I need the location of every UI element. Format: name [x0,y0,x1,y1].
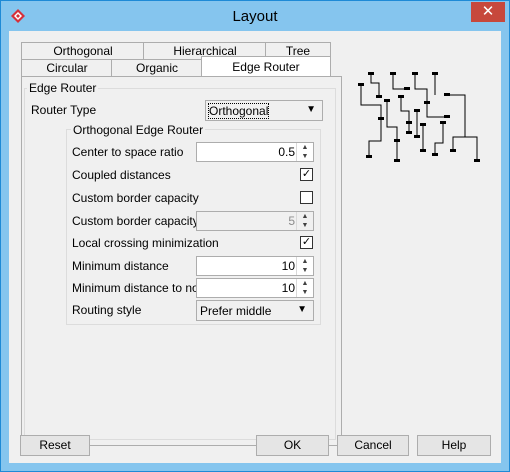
custom-border-capacity-label: Custom border capacity [72,191,199,205]
router-type-select[interactable]: Orthogonal ▼ [205,100,323,121]
center-ratio-spinner[interactable]: 0.5 ▲ ▼ [196,142,314,162]
local-crossing-checkbox[interactable]: ✓ [300,236,313,249]
minimum-distance-value: 10 [281,259,295,273]
spinner-arrows-icon[interactable]: ▲ ▼ [296,279,313,297]
router-type-value: Orthogonal [207,103,270,119]
tab-panel: Edge Router Router Type Orthogonal ▼ Ort… [21,76,342,446]
minimum-distance-node-value: 10 [281,281,295,295]
router-type-label: Router Type [31,103,97,117]
coupled-distances-label: Coupled distances [72,168,171,182]
window-title: Layout [232,8,278,25]
minimum-distance-label: Minimum distance [72,259,169,273]
chevron-down-icon: ▼ [297,304,307,315]
layout-preview-diagram [358,72,480,162]
reset-button[interactable]: Reset [20,435,90,456]
tab-organic[interactable]: Organic [111,59,203,76]
cancel-button[interactable]: Cancel [337,435,409,456]
routing-style-select[interactable]: Prefer middle ▼ [196,300,314,321]
dialog-body: Orthogonal Hierarchical Tree Circular Or… [9,31,501,463]
layout-dialog: Layout ✕ Orthogonal Hierarchical Tree Ci… [0,0,510,472]
ok-button[interactable]: OK [256,435,329,456]
title-bar: Layout ✕ [1,1,509,31]
center-ratio-value: 0.5 [278,145,295,159]
minimum-distance-node-label: Minimum distance to node [72,281,213,295]
routing-style-value: Prefer middle [200,304,272,318]
routing-style-label: Routing style [72,303,142,317]
spinner-arrows-icon[interactable]: ▲ ▼ [296,143,313,161]
custom-border-capacity-spinner: 5 ▲ ▼ [196,211,314,231]
tab-orthogonal[interactable]: Orthogonal [21,42,145,59]
spinner-arrows-icon[interactable]: ▲ ▼ [296,257,313,275]
spinner-arrows-icon: ▲ ▼ [296,212,313,230]
tab-circular[interactable]: Circular [21,59,113,76]
close-button[interactable]: ✕ [471,2,505,22]
minimum-distance-node-spinner[interactable]: 10 ▲ ▼ [196,278,314,298]
custom-border-capacity-checkbox[interactable] [300,191,313,204]
center-ratio-label: Center to space ratio [72,145,184,159]
local-crossing-label: Local crossing minimization [72,236,219,250]
help-button[interactable]: Help [417,435,491,456]
orthogonal-router-group-title: Orthogonal Edge Router [71,123,206,137]
custom-border-capacity-value: 5 [288,214,295,228]
tab-edge-router[interactable]: Edge Router [201,56,331,76]
coupled-distances-checkbox[interactable]: ✓ [300,168,313,181]
chevron-down-icon: ▼ [306,104,316,115]
minimum-distance-spinner[interactable]: 10 ▲ ▼ [196,256,314,276]
edge-router-group-title: Edge Router [27,81,99,95]
custom-border-capacity-value-label: Custom border capacity [72,214,199,228]
